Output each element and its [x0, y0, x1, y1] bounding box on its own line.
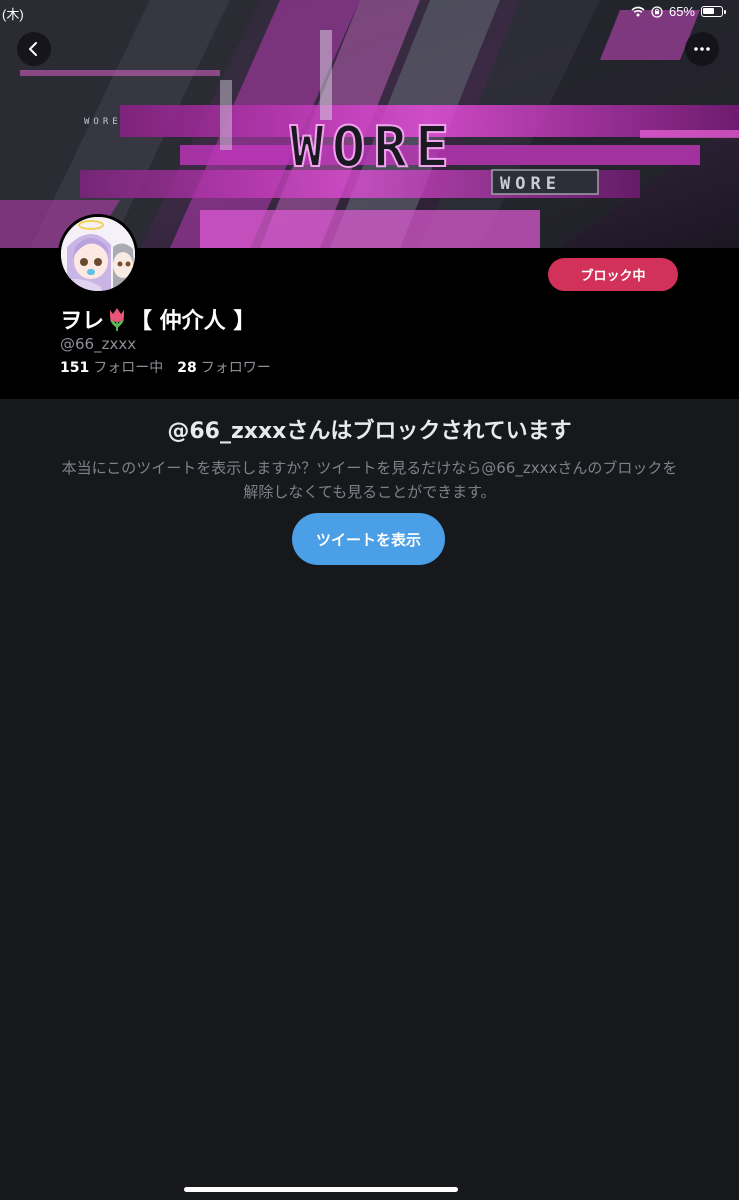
- battery-percent: 65%: [668, 4, 695, 19]
- battery-level: [703, 8, 715, 14]
- display-name-part1: ヲレ: [60, 309, 105, 334]
- followers-count[interactable]: 28: [177, 360, 196, 376]
- display-name-part2: 【 仲介人 】: [130, 309, 256, 334]
- banner-artwork: WORE WORE WORE: [0, 0, 739, 248]
- show-tweets-button[interactable]: ツイートを表示: [292, 513, 445, 565]
- avatar[interactable]: [58, 214, 138, 294]
- chevron-left-icon: [29, 42, 37, 56]
- banner-logo: WORE: [290, 115, 457, 180]
- avatar-illustration: [61, 217, 135, 291]
- followers-label[interactable]: フォロワー: [201, 357, 271, 377]
- profile-banner: WORE WORE WORE: [0, 0, 739, 248]
- follow-stats: 151 フォロー中 28 フォロワー: [60, 357, 271, 377]
- following-count[interactable]: 151: [60, 360, 89, 376]
- tulip-icon: [110, 308, 125, 331]
- following-label[interactable]: フォロー中: [93, 357, 163, 377]
- home-indicator[interactable]: [184, 1187, 458, 1192]
- banner-badge-logo: WORE: [500, 174, 561, 194]
- blocked-description: 本当にこのツイートを表示しますか？ツイートを見るだけなら@66_zxxxさんのブ…: [61, 459, 678, 501]
- profile-handle: @66_zxxx: [60, 335, 137, 353]
- wifi-icon: [631, 6, 645, 17]
- status-bar: (木) 65%: [0, 0, 739, 24]
- blocked-title: @66_zxxxさんはブロックされています: [167, 419, 572, 444]
- banner-small-logo: WORE: [84, 117, 122, 127]
- blocked-button[interactable]: ブロック中: [548, 258, 678, 291]
- ellipsis-icon: [694, 47, 710, 51]
- display-name: ヲレ 【 仲介人 】: [60, 303, 255, 335]
- status-indicators: 65%: [631, 4, 726, 19]
- back-button[interactable]: [17, 32, 51, 66]
- more-options-button[interactable]: [685, 32, 719, 66]
- status-date: (木): [2, 7, 24, 22]
- battery-icon: [701, 6, 726, 17]
- orientation-lock-icon: [651, 5, 663, 18]
